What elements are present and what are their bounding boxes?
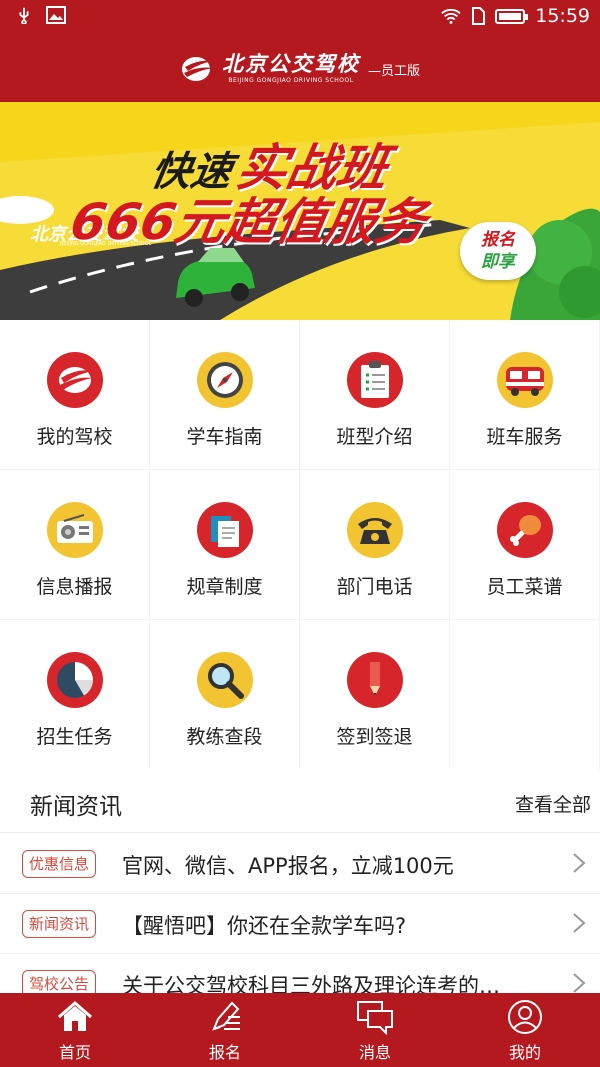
menu-label: 规章制度: [186, 576, 263, 598]
menu-label: 信息播报: [36, 576, 113, 598]
edition-label: —员工版: [367, 63, 420, 79]
menu-enrollment-tasks[interactable]: 招生任务: [0, 620, 149, 769]
feature-grid: 我的驾校 学车指南 班型介绍 班车服务 信息播报 规章制度 部门电话 员工菜谱 …: [0, 320, 600, 769]
user-icon: [508, 1000, 542, 1034]
image-icon: [46, 6, 66, 24]
chevron-right-icon: [573, 913, 586, 933]
tab-label: 我的: [508, 1043, 541, 1062]
drumstick-icon: [496, 502, 553, 558]
view-all-link[interactable]: 查看全部: [515, 790, 591, 817]
status-bar: 15:59: [0, 0, 600, 34]
news-headline: 【醒悟吧】你还在全款学车吗?: [122, 914, 407, 938]
menu-driving-guide[interactable]: 学车指南: [150, 320, 299, 469]
menu-label: 教练查段: [186, 726, 263, 748]
clipboard-icon: [346, 352, 403, 408]
bus-icon: [496, 352, 553, 408]
telephone-icon: [346, 502, 403, 558]
clock: 15:59: [535, 5, 590, 27]
menu-class-types[interactable]: 班型介绍: [300, 320, 449, 469]
battery-icon: [495, 8, 529, 24]
menu-label: 班车服务: [486, 426, 563, 448]
menu-empty-slot: [450, 620, 599, 769]
tab-home[interactable]: 首页: [0, 993, 150, 1067]
compass-icon: [196, 352, 253, 408]
school-logo-icon: [46, 352, 103, 408]
signup-badge[interactable]: 报名 即享: [460, 222, 536, 280]
menu-staff-menu[interactable]: 员工菜谱: [450, 470, 599, 619]
pencil-icon: [346, 652, 403, 708]
tab-signup[interactable]: 报名: [150, 993, 300, 1067]
news-section-title: 新闻资讯: [30, 794, 122, 820]
wifi-icon: [441, 8, 461, 24]
chevron-right-icon: [573, 973, 586, 993]
radio-icon: [46, 502, 103, 558]
app-header: 北京公交驾校 BEIJING GONGJIAO DRIVING SCHOOL —…: [0, 34, 600, 102]
menu-check-in-out[interactable]: 签到签退: [300, 620, 449, 769]
menu-info-broadcast[interactable]: 信息播报: [0, 470, 149, 619]
chevron-right-icon: [573, 853, 586, 873]
home-icon: [58, 1001, 92, 1031]
menu-label: 我的驾校: [36, 426, 113, 448]
news-item[interactable]: 优惠信息 官网、微信、APP报名，立减100元: [0, 834, 600, 894]
news-tag: 优惠信息: [22, 850, 97, 878]
badge-top: 报名: [481, 230, 515, 250]
menu-shuttle-service[interactable]: 班车服务: [450, 320, 599, 469]
menu-label: 班型介绍: [336, 426, 413, 448]
menu-coach-lookup[interactable]: 教练查段: [150, 620, 299, 769]
documents-icon: [196, 502, 253, 558]
banner-subheadline: 666元超值服务: [66, 193, 431, 251]
tab-messages[interactable]: 消息: [300, 993, 450, 1067]
news-headline: 官网、微信、APP报名，立减100元: [122, 854, 454, 878]
news-header: 新闻资讯 查看全部: [0, 769, 600, 833]
menu-label: 招生任务: [36, 726, 113, 748]
header-logo: 北京公交驾校 BEIJING GONGJIAO DRIVING SCHOOL: [222, 53, 360, 84]
menu-label: 员工菜谱: [486, 576, 563, 598]
badge-bottom: 即享: [481, 252, 515, 272]
menu-label: 学车指南: [186, 426, 263, 448]
menu-my-school[interactable]: 我的驾校: [0, 320, 149, 469]
school-logo-icon: [181, 57, 214, 81]
tab-profile[interactable]: 我的: [450, 993, 600, 1067]
menu-label: 部门电话: [336, 576, 413, 598]
usb-icon: [19, 7, 29, 24]
news-item[interactable]: 新闻资讯 【醒悟吧】你还在全款学车吗?: [0, 894, 600, 954]
sim-icon: [472, 7, 486, 25]
bottom-tab-bar: 首页 报名 消息 我的: [0, 993, 600, 1067]
promo-banner[interactable]: 北京公交驾校 BEIJING GONGJIAO DRIVING SCHOOL 快…: [0, 102, 600, 320]
menu-dept-phone[interactable]: 部门电话: [300, 470, 449, 619]
tab-label: 报名: [208, 1043, 241, 1062]
news-tag: 新闻资讯: [22, 910, 97, 938]
menu-rules[interactable]: 规章制度: [150, 470, 299, 619]
tab-label: 消息: [358, 1043, 391, 1062]
magnifier-icon: [196, 652, 253, 708]
logo-chinese: 北京公交驾校: [221, 50, 360, 76]
pie-chart-icon: [46, 652, 103, 708]
message-icon: [357, 1001, 393, 1035]
logo-english: BEIJING GONGJIAO DRIVING SCHOOL: [228, 76, 354, 84]
tab-label: 首页: [58, 1043, 91, 1062]
menu-label: 签到签退: [336, 726, 413, 748]
edit-icon: [212, 1001, 240, 1031]
